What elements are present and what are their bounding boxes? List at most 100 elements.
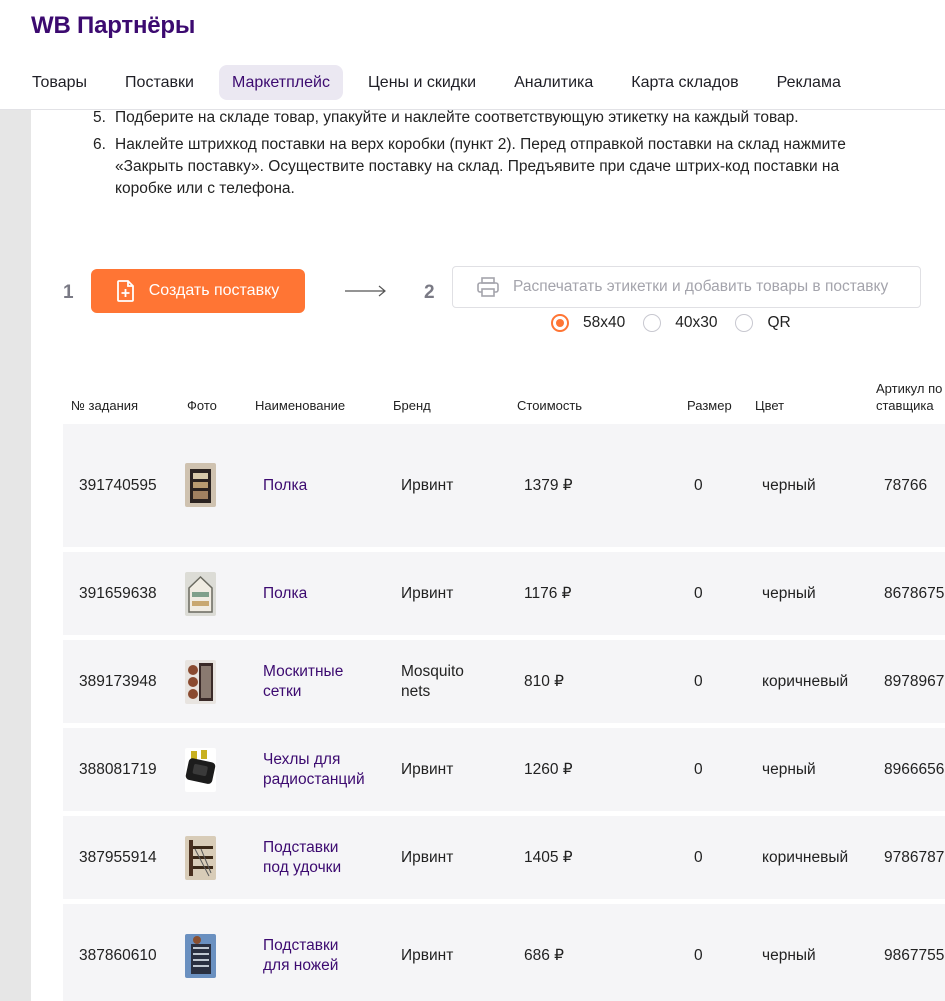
nav-tab-goods[interactable]: Товары <box>19 65 100 100</box>
product-name-line: Подставки <box>263 839 339 856</box>
table-row[interactable]: 391740595 Полка Ирвинт 1379 ₽ 0 черный 7… <box>63 424 945 547</box>
arrow-right-icon <box>345 285 386 297</box>
brand-line: Mosquito <box>401 663 464 680</box>
brand-line: nets <box>401 683 431 700</box>
product-name-line: Подставки <box>263 937 339 954</box>
nav-tab-supplies[interactable]: Поставки <box>112 65 207 100</box>
create-supply-label: Создать поставку <box>148 282 280 299</box>
radio-qr[interactable]: QR <box>735 314 791 332</box>
color: коричневый <box>762 673 849 690</box>
color: черный <box>762 477 816 494</box>
product-name-line: под удочки <box>263 859 342 876</box>
instruction-item: 5. Подберите на складе товар, упакуйте и… <box>93 107 853 129</box>
column-header-brand: Бренд <box>393 398 431 413</box>
size: 0 <box>694 477 703 494</box>
brand: Ирвинт <box>401 761 454 778</box>
product-name-link[interactable]: Полка <box>263 476 307 496</box>
column-header-price: Стоимость <box>517 398 583 413</box>
color: черный <box>762 761 816 778</box>
create-supply-button[interactable]: Создать поставку <box>91 269 305 313</box>
top-header: WB Партнёры Товары Поставки Маркетплейс … <box>0 0 945 110</box>
nav-tab-prices[interactable]: Цены и скидки <box>355 65 489 100</box>
product-name-link[interactable]: Подставки под удочки <box>263 838 341 878</box>
color: черный <box>762 585 816 602</box>
column-header-photo: Фото <box>187 398 217 413</box>
instruction-text: Подберите на складе товар, упакуйте и на… <box>115 109 799 126</box>
size: 0 <box>694 673 703 690</box>
table-row[interactable]: 387860610 Подставки для ножей Ирвинт 686… <box>63 904 945 1001</box>
table-row[interactable]: 387955914 Подставки под удочки Ирвинт 14… <box>63 816 945 899</box>
supplier-article: 78766 <box>884 477 928 494</box>
label-format-radio-group: 58x40 40x30 QR <box>551 314 809 332</box>
brand: Mosquito nets <box>401 662 464 702</box>
nav-tab-analytics[interactable]: Аналитика <box>501 65 606 100</box>
price: 1405 ₽ <box>524 849 573 866</box>
knife-stand-photo-icon[interactable] <box>185 934 216 978</box>
table-row[interactable]: 388081719 Чехлы для радиостанций Ирвинт … <box>63 728 945 811</box>
print-labels-button[interactable]: Распечатать этикетки и добавить товары в… <box>452 266 921 308</box>
radio-case-photo-icon[interactable] <box>185 748 216 792</box>
order-id: 391740595 <box>79 477 157 494</box>
product-name-link[interactable]: Подставки для ножей <box>263 936 338 976</box>
column-header-id: № задания <box>71 398 139 413</box>
price: 1260 ₽ <box>524 761 573 778</box>
product-name-line: Москитные <box>263 663 344 680</box>
step-1-number: 1 <box>63 282 74 303</box>
logo[interactable]: WB Партнёры <box>31 12 195 40</box>
left-scroll-gutter <box>0 110 31 1001</box>
supplier-article: 8966656 <box>884 761 945 778</box>
table-row[interactable]: 391659638 Полка Ирвинт 1176 ₽ 0 черный 8… <box>63 552 945 635</box>
radio-58x40[interactable]: 58x40 <box>551 314 625 332</box>
step-2-number: 2 <box>424 282 435 303</box>
product-name-line: сетки <box>263 683 302 700</box>
nav-tab-marketplace[interactable]: Маркетплейс <box>218 65 343 100</box>
instruction-number: 5. <box>93 109 106 126</box>
supplier-article: 9786787 <box>884 849 945 866</box>
radio-label: 40x30 <box>675 314 718 331</box>
price: 1379 ₽ <box>524 477 573 494</box>
table-row[interactable]: 389173948 Москитные сетки Mosquito nets … <box>63 640 945 723</box>
brand: Ирвинт <box>401 947 454 964</box>
brand: Ирвинт <box>401 849 454 866</box>
rod-stand-photo-icon[interactable] <box>185 836 216 880</box>
nav-tab-warehouse-map[interactable]: Карта складов <box>618 65 751 100</box>
order-id: 391659638 <box>79 585 157 602</box>
mosquito-net-photo-icon[interactable] <box>185 660 216 704</box>
column-header-size: Размер <box>687 398 732 413</box>
price: 686 ₽ <box>524 947 565 964</box>
order-id: 387860610 <box>79 947 157 964</box>
price: 1176 ₽ <box>524 585 572 602</box>
brand: Ирвинт <box>401 477 454 494</box>
nav-tab-ads[interactable]: Реклама <box>764 65 854 100</box>
order-id: 389173948 <box>79 673 157 690</box>
column-header-color: Цвет <box>755 398 785 413</box>
color: черный <box>762 947 816 964</box>
order-id: 388081719 <box>79 761 157 778</box>
instructions-list: 5. Подберите на складе товар, упакуйте и… <box>93 107 853 200</box>
product-name-line: радиостанций <box>263 771 365 788</box>
printer-icon <box>477 277 499 297</box>
radio-unchecked-icon <box>643 314 662 332</box>
radio-40x30[interactable]: 40x30 <box>643 314 717 332</box>
column-header-article: Артикул поставщика <box>876 381 943 413</box>
radio-label: 58x40 <box>583 314 626 331</box>
column-header-name: Наименование <box>255 398 346 413</box>
add-document-icon <box>116 280 134 302</box>
size: 0 <box>694 849 703 866</box>
shelf-photo-icon[interactable] <box>185 572 216 616</box>
size: 0 <box>694 947 703 964</box>
product-name-link[interactable]: Москитные сетки <box>263 662 343 702</box>
shelf-photo-icon[interactable] <box>185 463 216 507</box>
supplier-article: 9867755 <box>884 947 945 964</box>
radio-checked-icon <box>551 314 569 332</box>
product-name-link[interactable]: Полка <box>263 584 307 604</box>
price: 810 ₽ <box>524 673 565 690</box>
main-nav: Товары Поставки Маркетплейс Цены и скидк… <box>19 65 866 100</box>
print-labels-label: Распечатать этикетки и добавить товары в… <box>513 278 889 295</box>
product-name-line: Чехлы для <box>263 751 341 768</box>
radio-unchecked-icon <box>735 314 754 332</box>
product-name-link[interactable]: Чехлы для радиостанций <box>263 750 365 790</box>
color: коричневый <box>762 849 849 866</box>
radio-label: QR <box>767 314 791 331</box>
instruction-number: 6. <box>93 136 106 153</box>
